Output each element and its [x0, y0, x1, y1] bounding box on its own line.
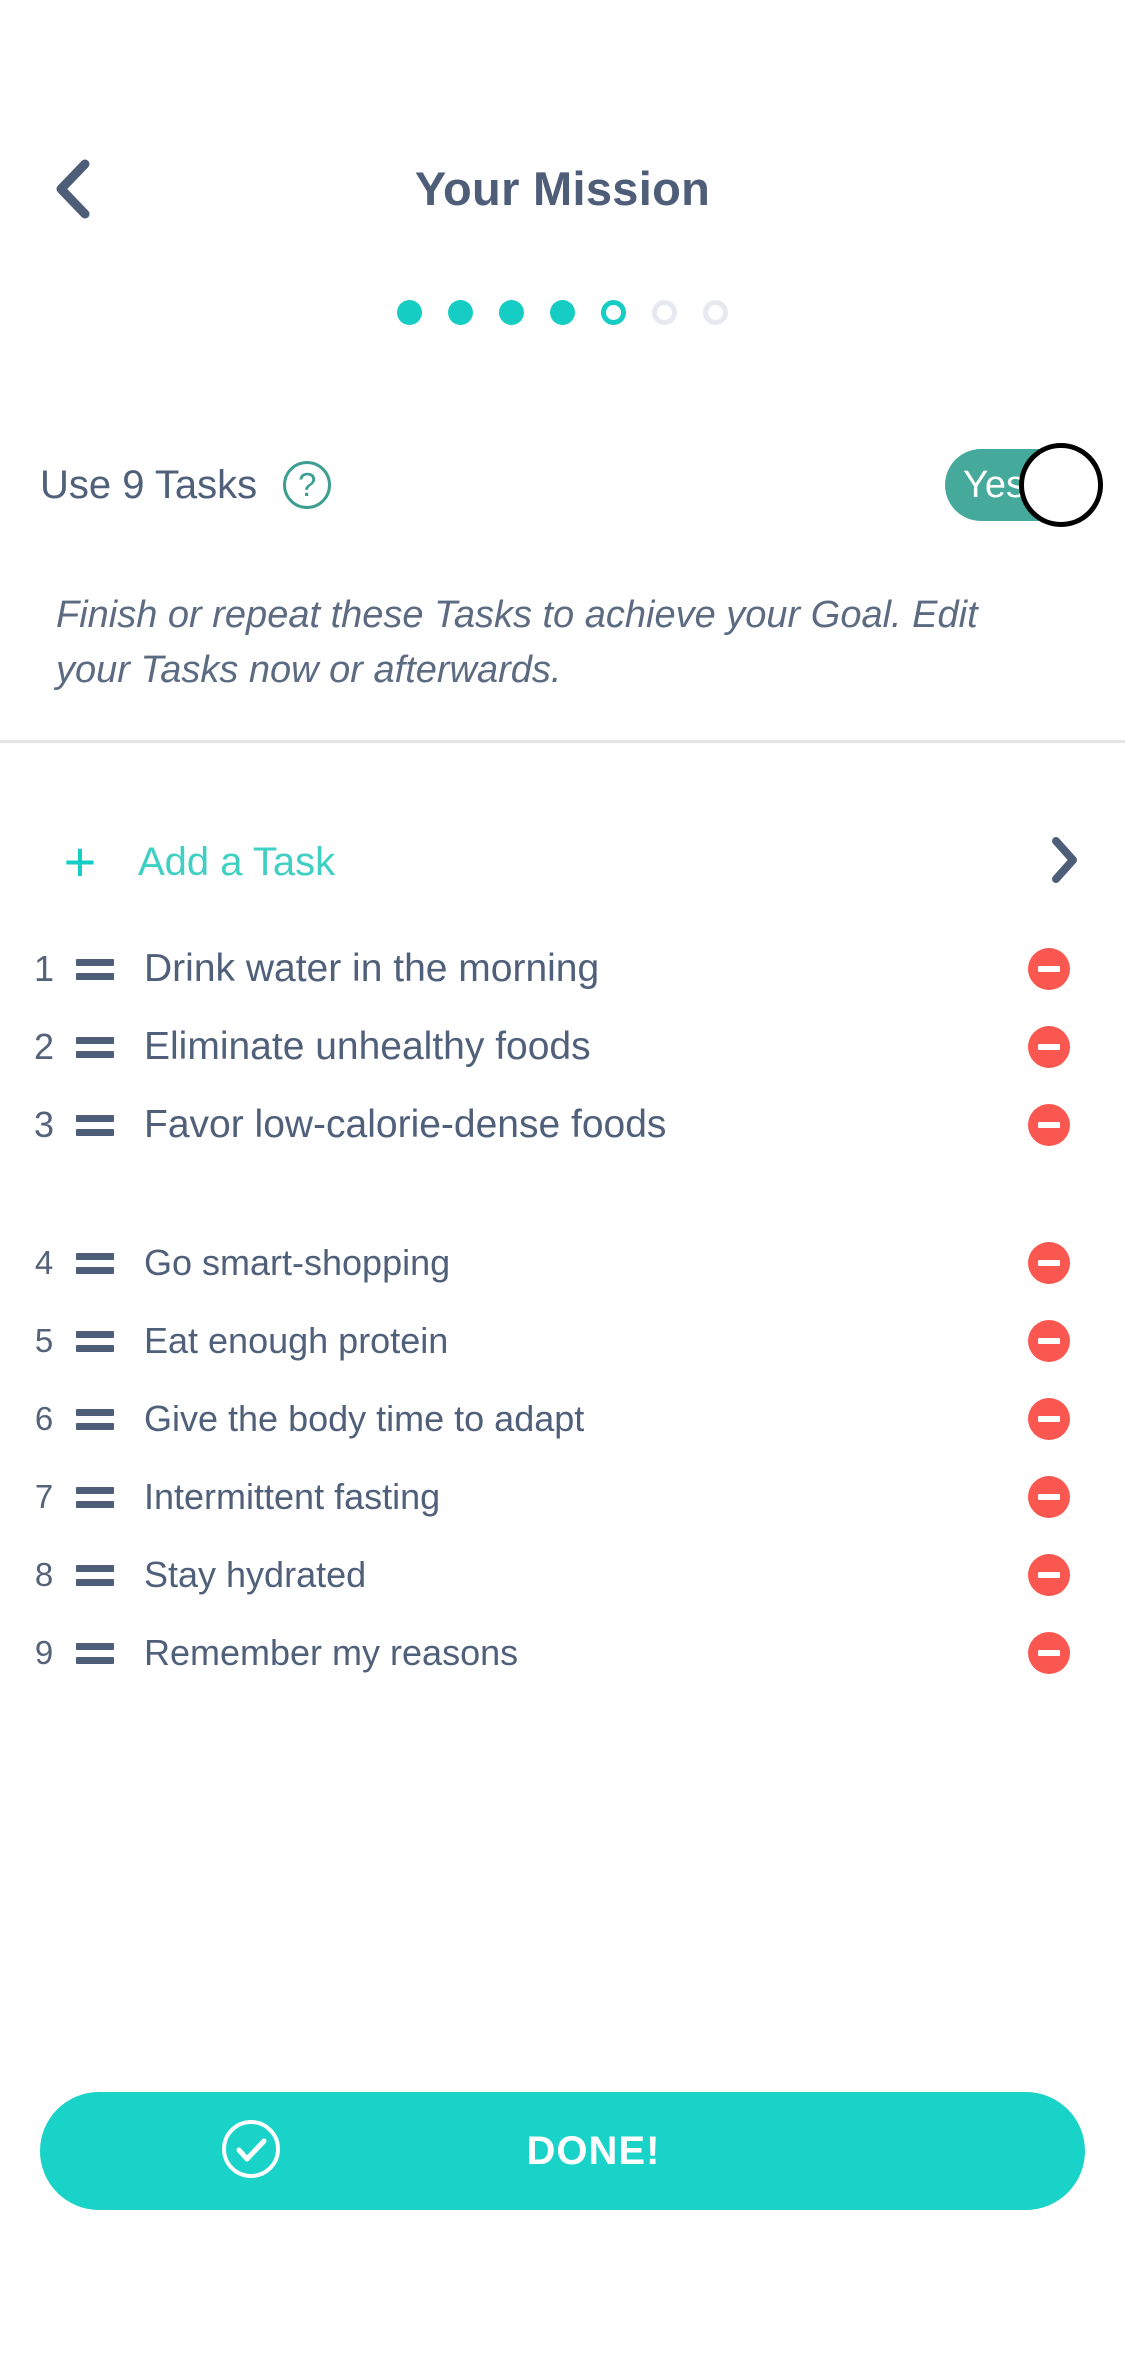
- progress-dot-6: [652, 300, 677, 325]
- toggle-value-label: Yes: [963, 463, 1025, 506]
- minus-circle-icon[interactable]: [1028, 1104, 1070, 1146]
- task-number: 5: [34, 1322, 54, 1359]
- minus-circle-icon[interactable]: [1028, 1242, 1070, 1284]
- drag-handle-icon[interactable]: [76, 1486, 120, 1508]
- page-title: Your Mission: [414, 162, 711, 215]
- task-number: 1: [33, 948, 55, 989]
- table-row[interactable]: 9 Remember my reasons: [0, 1614, 1125, 1692]
- task-label: Stay hydrated: [144, 1554, 367, 1595]
- task-group-primary: 1 Drink water in the morning 2 Eliminate…: [0, 930, 1125, 1164]
- drag-handle-icon[interactable]: [76, 1252, 120, 1274]
- task-number: 9: [34, 1634, 54, 1671]
- task-number: 4: [34, 1244, 54, 1281]
- minus-circle-icon[interactable]: [1028, 1320, 1070, 1362]
- progress-dots: [0, 300, 1125, 325]
- task-list: 1 Drink water in the morning 2 Eliminate…: [0, 930, 1125, 1692]
- drag-handle-icon[interactable]: [76, 1036, 120, 1058]
- add-task-label: Add a Task: [138, 839, 336, 884]
- table-row[interactable]: 4 Go smart-shopping: [0, 1224, 1125, 1302]
- task-label: Favor low-calorie-dense foods: [144, 1103, 667, 1146]
- use-tasks-toggle[interactable]: Yes: [945, 443, 1103, 527]
- add-task-row[interactable]: + Add a Task: [0, 812, 1125, 912]
- mission-screen: Your Mission Use 9 Tasks ? Yes Finish or…: [0, 0, 1125, 2359]
- task-number: 7: [34, 1478, 54, 1515]
- task-group-secondary: 4 Go smart-shopping 5 Eat enough protein…: [0, 1224, 1125, 1692]
- drag-handle-icon[interactable]: [76, 958, 120, 980]
- description-text: Finish or repeat these Tasks to achieve …: [56, 594, 978, 692]
- drag-handle-icon[interactable]: [76, 1408, 120, 1430]
- task-label: Intermittent fasting: [144, 1476, 441, 1517]
- minus-circle-icon[interactable]: [1028, 1476, 1070, 1518]
- table-row[interactable]: 2 Eliminate unhealthy foods: [0, 1008, 1125, 1086]
- header: Your Mission: [0, 145, 1125, 235]
- minus-circle-icon[interactable]: [1028, 948, 1070, 990]
- progress-dot-5: [601, 300, 626, 325]
- task-label: Eat enough protein: [144, 1320, 449, 1361]
- progress-dot-2: [448, 300, 473, 325]
- use-tasks-label: Use 9 Tasks: [40, 462, 258, 507]
- minus-circle-icon[interactable]: [1028, 1398, 1070, 1440]
- drag-handle-icon[interactable]: [76, 1330, 120, 1352]
- table-row[interactable]: 6 Give the body time to adapt: [0, 1380, 1125, 1458]
- drag-handle-icon[interactable]: [76, 1642, 120, 1664]
- drag-handle-icon[interactable]: [76, 1114, 120, 1136]
- progress-dot-1: [397, 300, 422, 325]
- task-number: 3: [33, 1104, 55, 1145]
- task-label: Go smart-shopping: [144, 1242, 451, 1283]
- task-label: Eliminate unhealthy foods: [144, 1025, 591, 1068]
- table-row[interactable]: 7 Intermittent fasting: [0, 1458, 1125, 1536]
- table-row[interactable]: 1 Drink water in the morning: [0, 930, 1125, 1008]
- task-number: 6: [34, 1400, 54, 1437]
- task-number: 8: [34, 1556, 54, 1593]
- table-row[interactable]: 8 Stay hydrated: [0, 1536, 1125, 1614]
- task-label: Give the body time to adapt: [144, 1398, 585, 1439]
- minus-circle-icon[interactable]: [1028, 1026, 1070, 1068]
- check-circle-icon: [220, 2118, 282, 2185]
- done-button-label: DONE!: [526, 2128, 661, 2173]
- table-row[interactable]: 5 Eat enough protein: [0, 1302, 1125, 1380]
- chevron-right-icon: [1051, 836, 1079, 889]
- task-label: Remember my reasons: [144, 1632, 519, 1673]
- done-button[interactable]: DONE!: [40, 2092, 1085, 2210]
- progress-dot-7: [703, 300, 728, 325]
- task-number: 2: [33, 1026, 55, 1067]
- table-row[interactable]: 3 Favor low-calorie-dense foods: [0, 1086, 1125, 1164]
- section-divider: [0, 740, 1125, 743]
- progress-dot-4: [550, 300, 575, 325]
- use-tasks-row: Use 9 Tasks ? Yes: [0, 437, 1125, 533]
- minus-circle-icon[interactable]: [1028, 1554, 1070, 1596]
- minus-circle-icon[interactable]: [1028, 1632, 1070, 1674]
- task-label: Drink water in the morning: [144, 947, 600, 990]
- drag-handle-icon[interactable]: [76, 1564, 120, 1586]
- plus-icon: +: [63, 830, 97, 893]
- progress-dot-3: [499, 300, 524, 325]
- toggle-knob: [1019, 443, 1103, 527]
- question-mark-circle-icon[interactable]: ?: [283, 461, 332, 509]
